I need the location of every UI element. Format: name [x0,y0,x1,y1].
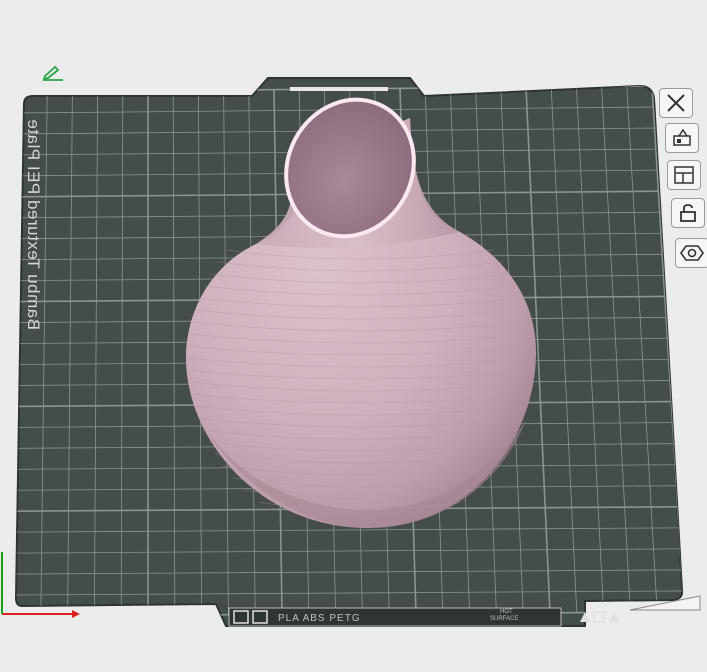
close-plate-button[interactable] [659,88,693,118]
plate-name-label: Bambu Textured PEI Plate [24,118,43,330]
arrange-icon [673,128,691,146]
plate-scene[interactable]: PLA ABS PETG HOT SURFACE [0,0,707,667]
plate-handle-mark [290,87,388,91]
3d-viewport[interactable]: PLA ABS PETG HOT SURFACE Bambu Textured … [0,0,707,667]
plate-settings-button[interactable] [675,238,707,268]
lock-icon [680,204,696,222]
gear-icon [680,245,704,261]
close-icon [667,94,685,112]
hot-surface-line1: HOT [500,609,513,615]
hot-surface-line2: SURFACE [490,616,518,622]
pencil-icon[interactable] [41,64,65,82]
lock-plate-button[interactable] [671,198,705,228]
material-label: PLA ABS PETG [278,613,361,624]
layout-icon [674,166,694,184]
arrange-plate-button[interactable] [665,123,699,153]
layout-plate-button[interactable] [667,160,701,190]
